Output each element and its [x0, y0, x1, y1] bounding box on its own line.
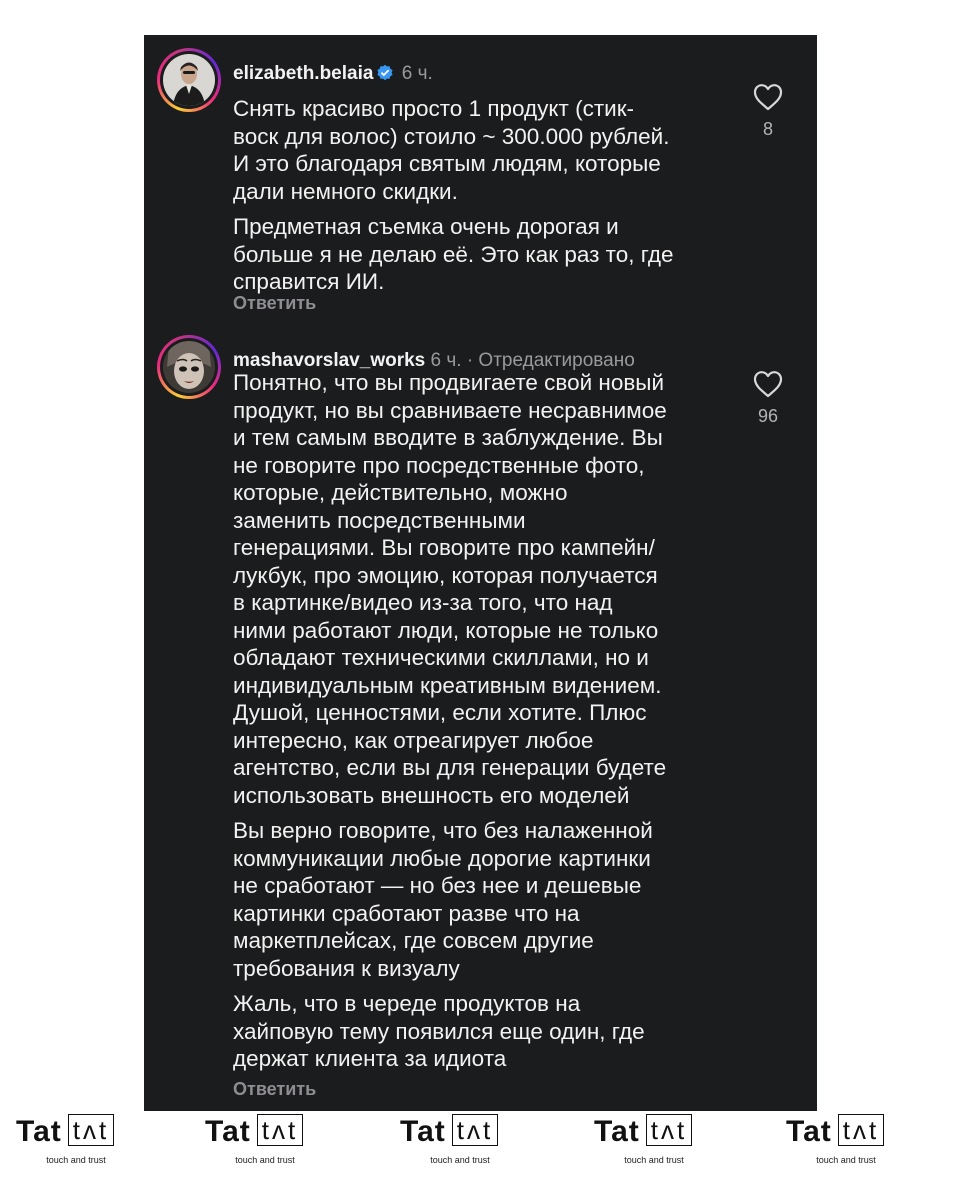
watermark-logo: tʌt [256, 1114, 304, 1146]
like-control: 96 [752, 370, 784, 427]
reply-button[interactable]: Ответить [233, 1079, 316, 1100]
watermark: Tat tʌt touch and trust [400, 1114, 570, 1165]
watermark-brand: Tat [205, 1115, 251, 1148]
watermark-tagline: touch and trust [430, 1155, 490, 1165]
avatar-mashavorslav[interactable] [157, 335, 221, 399]
watermark-tagline: touch and trust [624, 1155, 684, 1165]
watermark-brand: Tat [16, 1115, 62, 1148]
watermark: Tat tʌt touch and trust [205, 1114, 375, 1165]
watermark-logo: tʌt [837, 1114, 885, 1146]
heart-outline-icon[interactable] [753, 370, 783, 398]
comment-body: Понятно, что вы продвигаете свой новый п… [233, 369, 733, 1081]
like-count: 96 [757, 406, 779, 426]
comment-paragraph: Предметная съемка очень дорогая и больше… [233, 214, 674, 294]
avatar-image [163, 341, 215, 393]
comment-paragraph: Понятно, что вы продвигаете свой новый п… [233, 370, 667, 808]
watermark-brand: Tat [594, 1115, 640, 1148]
edited-label: · Отредактировано [466, 350, 635, 371]
username[interactable]: mashavorslav_works [233, 350, 425, 371]
watermark-tagline: touch and trust [235, 1155, 295, 1165]
comment-paragraph: Снять красиво просто 1 продукт (стик- во… [233, 96, 670, 204]
avatar-elizabeth[interactable] [157, 48, 221, 112]
watermark-brand: Tat [786, 1115, 832, 1148]
comment-body: Снять красиво просто 1 продукт (стик- во… [233, 95, 733, 304]
watermark-logo: tʌt [67, 1114, 115, 1146]
avatar-image [163, 54, 215, 106]
watermark: Tat tʌt touch and trust [594, 1114, 764, 1165]
watermark-tagline: touch and trust [46, 1155, 106, 1165]
like-control: 8 [752, 83, 784, 140]
watermark: Tat tʌt touch and trust [16, 1114, 186, 1165]
username[interactable]: elizabeth.belaia [233, 63, 373, 84]
comments-panel: elizabeth.belaia 6 ч. Снять красиво прос… [144, 35, 817, 1111]
comment-header: elizabeth.belaia 6 ч. [233, 63, 433, 88]
comment-time: 6 ч. [401, 63, 433, 84]
watermark-brand: Tat [400, 1115, 446, 1148]
watermark-logo: tʌt [645, 1114, 693, 1146]
reply-button[interactable]: Ответить [233, 293, 316, 314]
watermark: Tat tʌt touch and trust [786, 1114, 956, 1165]
comment-paragraph: Вы верно говорите, что без налаженной ко… [233, 818, 653, 981]
like-count: 8 [762, 119, 773, 139]
heart-outline-icon[interactable] [753, 83, 783, 111]
comment-paragraph: Жаль, что в череде продуктов на хайповую… [233, 991, 645, 1071]
verified-badge-icon [376, 64, 394, 88]
watermark-tagline: touch and trust [816, 1155, 876, 1165]
comment-time: 6 ч. [430, 350, 462, 371]
watermark-logo: tʌt [451, 1114, 499, 1146]
watermark-strip: Tat tʌt touch and trust Tat tʌt touch and … [0, 1114, 960, 1175]
